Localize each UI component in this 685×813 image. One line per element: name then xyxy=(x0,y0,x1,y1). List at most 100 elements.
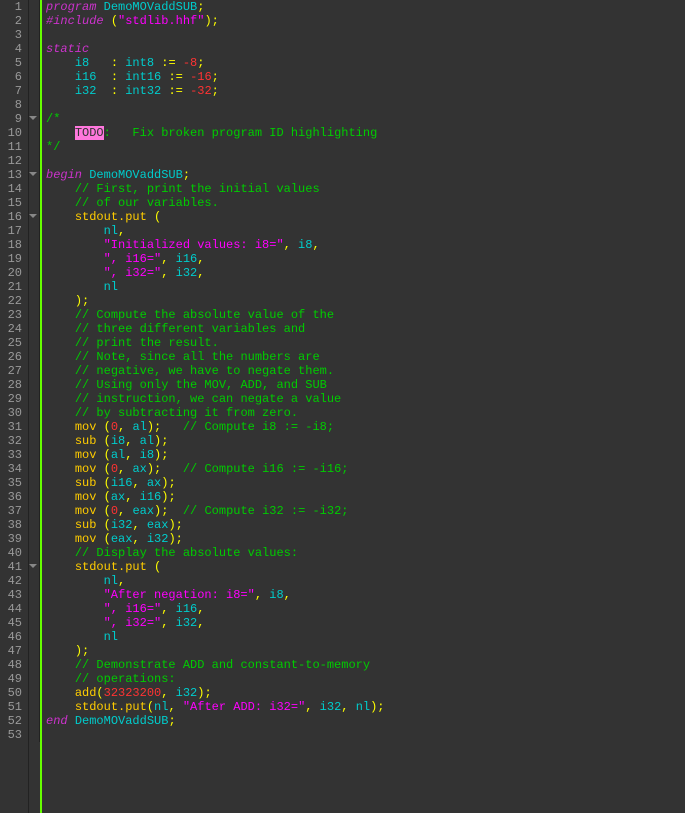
code-line[interactable]: // Display the absolute values: xyxy=(46,546,385,560)
code-line[interactable]: // First, print the initial values xyxy=(46,182,385,196)
code-line[interactable]: program DemoMOVaddSUB; xyxy=(46,0,385,14)
code-line[interactable]: ", i16=", i16, xyxy=(46,602,385,616)
code-line[interactable]: stdout.put(nl, "After ADD: i32=", i32, n… xyxy=(46,700,385,714)
code-line[interactable]: /* xyxy=(46,112,385,126)
line-number: 33 xyxy=(4,448,22,462)
code-line[interactable]: mov (0, al); // Compute i8 := -i8; xyxy=(46,420,385,434)
code-area[interactable]: program DemoMOVaddSUB;#include ("stdlib.… xyxy=(40,0,385,813)
line-number: 5 xyxy=(4,56,22,70)
line-number: 24 xyxy=(4,322,22,336)
code-line[interactable]: "Initialized values: i8=", i8, xyxy=(46,238,385,252)
line-number: 28 xyxy=(4,378,22,392)
code-line[interactable] xyxy=(46,728,385,742)
fold-toggle-icon[interactable] xyxy=(29,214,37,218)
line-number: 8 xyxy=(4,98,22,112)
code-line[interactable]: ", i32=", i32, xyxy=(46,616,385,630)
line-number: 10 xyxy=(4,126,22,140)
line-number: 18 xyxy=(4,238,22,252)
code-line[interactable]: */ xyxy=(46,140,385,154)
line-number: 25 xyxy=(4,336,22,350)
code-line[interactable]: ", i16=", i16, xyxy=(46,252,385,266)
code-line[interactable]: mov (ax, i16); xyxy=(46,490,385,504)
line-number: 7 xyxy=(4,84,22,98)
code-line[interactable] xyxy=(46,154,385,168)
code-line[interactable]: add(32323200, i32); xyxy=(46,686,385,700)
code-line[interactable]: // Using only the MOV, ADD, and SUB xyxy=(46,378,385,392)
fold-toggle-icon[interactable] xyxy=(29,564,37,568)
code-line[interactable]: // instruction, we can negate a value xyxy=(46,392,385,406)
code-line[interactable]: stdout.put ( xyxy=(46,560,385,574)
code-line[interactable]: sub (i8, al); xyxy=(46,434,385,448)
line-number: 35 xyxy=(4,476,22,490)
line-number: 27 xyxy=(4,364,22,378)
line-number: 43 xyxy=(4,588,22,602)
line-number: 9 xyxy=(4,112,22,126)
code-line[interactable]: ); xyxy=(46,644,385,658)
fold-toggle-icon[interactable] xyxy=(29,172,37,176)
line-number: 47 xyxy=(4,644,22,658)
line-number: 37 xyxy=(4,504,22,518)
code-line[interactable] xyxy=(46,98,385,112)
code-line[interactable]: mov (0, eax); // Compute i32 := -i32; xyxy=(46,504,385,518)
code-line[interactable]: // print the result. xyxy=(46,336,385,350)
line-number: 45 xyxy=(4,616,22,630)
fold-toggle-icon[interactable] xyxy=(29,116,37,120)
code-line[interactable]: begin DemoMOVaddSUB; xyxy=(46,168,385,182)
line-number: 49 xyxy=(4,672,22,686)
code-line[interactable]: // negative, we have to negate them. xyxy=(46,364,385,378)
code-line[interactable]: i16 : int16 := -16; xyxy=(46,70,385,84)
line-number: 42 xyxy=(4,574,22,588)
line-number: 15 xyxy=(4,196,22,210)
code-line[interactable]: // Compute the absolute value of the xyxy=(46,308,385,322)
line-number: 53 xyxy=(4,728,22,742)
code-line[interactable]: nl xyxy=(46,630,385,644)
code-line[interactable]: TODO: Fix broken program ID highlighting xyxy=(46,126,385,140)
code-line[interactable]: i32 : int32 := -32; xyxy=(46,84,385,98)
line-number: 23 xyxy=(4,308,22,322)
code-line[interactable]: ", i32=", i32, xyxy=(46,266,385,280)
code-line[interactable]: sub (i16, ax); xyxy=(46,476,385,490)
line-number: 32 xyxy=(4,434,22,448)
code-line[interactable]: #include ("stdlib.hhf"); xyxy=(46,14,385,28)
line-number: 44 xyxy=(4,602,22,616)
code-line[interactable] xyxy=(46,28,385,42)
code-line[interactable]: // of our variables. xyxy=(46,196,385,210)
line-number: 40 xyxy=(4,546,22,560)
code-line[interactable]: // operations: xyxy=(46,672,385,686)
code-line[interactable]: static xyxy=(46,42,385,56)
line-number: 26 xyxy=(4,350,22,364)
code-line[interactable]: sub (i32, eax); xyxy=(46,518,385,532)
code-line[interactable]: // Note, since all the numbers are xyxy=(46,350,385,364)
line-number: 11 xyxy=(4,140,22,154)
code-line[interactable]: nl, xyxy=(46,224,385,238)
code-line[interactable]: ); xyxy=(46,294,385,308)
code-line[interactable]: nl xyxy=(46,280,385,294)
code-line[interactable]: mov (0, ax); // Compute i16 := -i16; xyxy=(46,462,385,476)
line-number: 2 xyxy=(4,14,22,28)
code-line[interactable]: i8 : int8 := -8; xyxy=(46,56,385,70)
code-line[interactable]: // by subtracting it from zero. xyxy=(46,406,385,420)
line-number: 4 xyxy=(4,42,22,56)
line-number: 6 xyxy=(4,70,22,84)
line-number: 31 xyxy=(4,420,22,434)
code-line[interactable]: stdout.put ( xyxy=(46,210,385,224)
line-number: 3 xyxy=(4,28,22,42)
line-number: 46 xyxy=(4,630,22,644)
line-number: 21 xyxy=(4,280,22,294)
fold-gutter[interactable] xyxy=(29,0,40,742)
code-line[interactable]: nl, xyxy=(46,574,385,588)
line-number: 17 xyxy=(4,224,22,238)
code-editor[interactable]: 1234567891011121314151617181920212223242… xyxy=(0,0,685,813)
line-number: 16 xyxy=(4,210,22,224)
code-line[interactable]: // Demonstrate ADD and constant-to-memor… xyxy=(46,658,385,672)
line-number: 29 xyxy=(4,392,22,406)
line-number: 19 xyxy=(4,252,22,266)
line-number: 38 xyxy=(4,518,22,532)
line-number: 36 xyxy=(4,490,22,504)
code-line[interactable]: // three different variables and xyxy=(46,322,385,336)
code-line[interactable]: "After negation: i8=", i8, xyxy=(46,588,385,602)
code-line[interactable]: end DemoMOVaddSUB; xyxy=(46,714,385,728)
code-line[interactable]: mov (eax, i32); xyxy=(46,532,385,546)
line-number: 50 xyxy=(4,686,22,700)
code-line[interactable]: mov (al, i8); xyxy=(46,448,385,462)
